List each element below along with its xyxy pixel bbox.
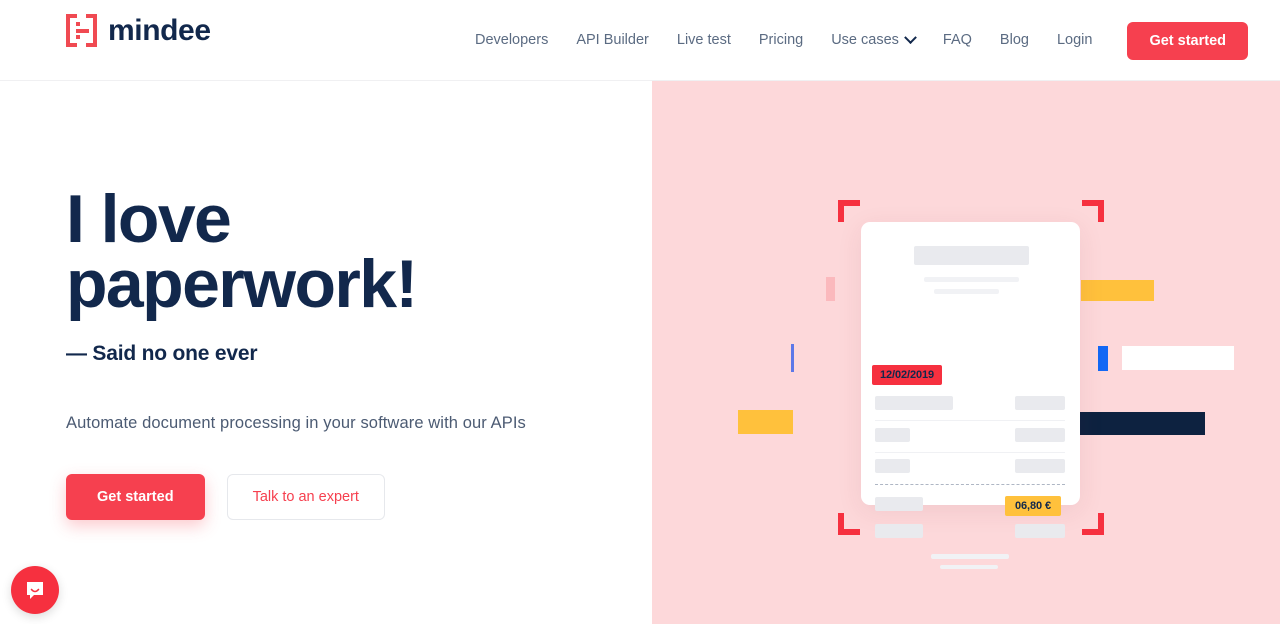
nav-item-developers[interactable]: Developers bbox=[461, 0, 562, 81]
header-get-started-button[interactable]: Get started bbox=[1127, 21, 1248, 60]
hero-description: Automate document processing in your sof… bbox=[66, 414, 526, 432]
scanner-bracket-bottom-right-icon bbox=[1082, 513, 1104, 535]
chat-widget-button[interactable] bbox=[11, 566, 59, 614]
nav-item-use-cases[interactable]: Use cases bbox=[817, 0, 929, 81]
nav-item-login[interactable]: Login bbox=[1043, 0, 1106, 81]
nav-item-live-test[interactable]: Live test bbox=[663, 0, 745, 81]
document-preview-card: 12/02/2019 06,80 € bbox=[861, 222, 1080, 569]
doc-footer-line-1 bbox=[931, 554, 1009, 559]
hero-section: I love paperwork! — Said no one ever Auto… bbox=[0, 81, 1280, 624]
doc-row-4-right bbox=[1015, 524, 1065, 538]
site-header: mindee Developers API Builder Live test … bbox=[0, 0, 1280, 81]
scanner-bracket-bottom-left-icon bbox=[838, 513, 860, 535]
decorative-salmon-bar bbox=[826, 277, 835, 301]
nav-item-api-builder[interactable]: API Builder bbox=[562, 0, 663, 81]
doc-subtitle-placeholder bbox=[924, 277, 1019, 282]
extracted-date-badge: 12/02/2019 bbox=[872, 365, 943, 385]
doc-divider-2 bbox=[875, 452, 1065, 453]
main-navigation: Developers API Builder Live test Pricing… bbox=[461, 0, 1248, 81]
doc-row-1-left bbox=[875, 396, 953, 410]
nav-label: Live test bbox=[676, 32, 731, 48]
hero-button-row: Get started Talk to an expert bbox=[66, 474, 385, 520]
nav-label: Use cases bbox=[831, 32, 899, 48]
decorative-yellow-bar-right bbox=[1081, 280, 1154, 301]
nav-label: FAQ bbox=[942, 32, 972, 48]
nav-label: Login bbox=[1056, 32, 1093, 48]
page-title: I love paperwork! bbox=[66, 185, 626, 318]
scanner-bracket-top-left-icon bbox=[838, 200, 860, 222]
decorative-blue-square bbox=[1098, 346, 1108, 371]
doc-row-3-right bbox=[1015, 459, 1065, 473]
decorative-yellow-bar-left bbox=[738, 410, 793, 434]
nav-label: Blog bbox=[999, 32, 1029, 48]
hero-subtitle: — Said no one ever bbox=[66, 342, 258, 365]
decorative-navy-bar bbox=[1073, 412, 1205, 435]
title-line-2: paperwork! bbox=[66, 246, 418, 323]
doc-row-2-left bbox=[875, 428, 910, 442]
doc-row-3-left bbox=[875, 459, 910, 473]
talk-to-expert-button[interactable]: Talk to an expert bbox=[226, 474, 385, 520]
hero-get-started-button[interactable]: Get started bbox=[66, 474, 205, 520]
decorative-blue-line bbox=[791, 344, 794, 372]
logo-text: mindee bbox=[108, 13, 211, 47]
chat-bubble-icon bbox=[27, 582, 43, 599]
doc-total-label-placeholder bbox=[875, 497, 923, 511]
decorative-white-bar bbox=[1122, 346, 1234, 370]
nav-item-faq[interactable]: FAQ bbox=[929, 0, 986, 81]
chevron-down-icon bbox=[904, 31, 917, 45]
mindee-bracket-logo-icon bbox=[66, 14, 97, 47]
doc-dashed-divider bbox=[875, 484, 1065, 485]
nav-label: Developers bbox=[474, 32, 549, 48]
hero-illustration-panel: 12/02/2019 06,80 € bbox=[652, 81, 1280, 624]
nav-item-pricing[interactable]: Pricing bbox=[745, 0, 817, 81]
hero-content: I love paperwork! — Said no one ever Auto… bbox=[0, 81, 652, 624]
extracted-price-badge: 06,80 € bbox=[1005, 496, 1062, 516]
nav-label: Pricing bbox=[758, 32, 804, 48]
logo[interactable]: mindee bbox=[66, 14, 211, 47]
scanner-bracket-top-right-icon bbox=[1082, 200, 1104, 222]
doc-title-placeholder bbox=[914, 246, 1029, 265]
nav-label: API Builder bbox=[576, 32, 649, 48]
doc-row-2-right bbox=[1015, 428, 1065, 442]
doc-footer-line-2 bbox=[940, 565, 998, 569]
doc-divider-1 bbox=[875, 420, 1065, 421]
doc-row-4-left bbox=[875, 524, 923, 538]
nav-item-blog[interactable]: Blog bbox=[986, 0, 1043, 81]
doc-subtitle-placeholder-2 bbox=[934, 289, 999, 294]
doc-row-1-right bbox=[1015, 396, 1065, 410]
